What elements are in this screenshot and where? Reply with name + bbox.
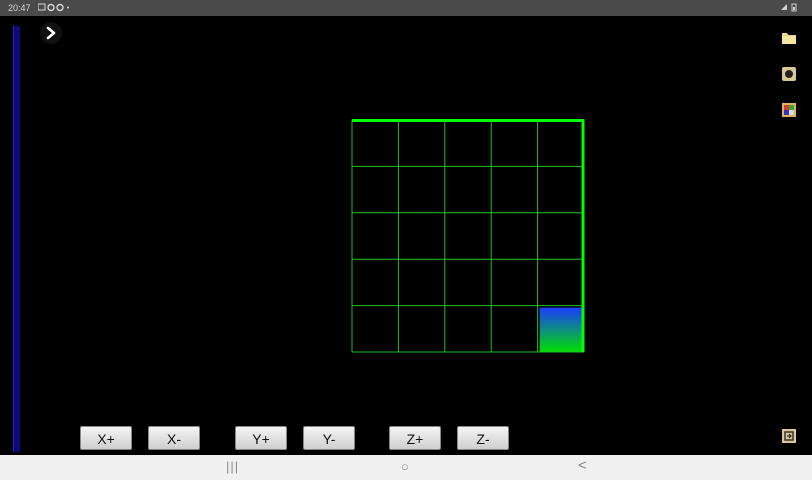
status-bar: 20:47: [0, 0, 812, 16]
x-plus-button[interactable]: X+: [80, 426, 132, 450]
expand-button[interactable]: [40, 22, 62, 44]
position-grid[interactable]: [351, 119, 585, 353]
status-time: 20:47: [8, 3, 31, 13]
home-button[interactable]: ○: [401, 459, 409, 474]
notification-icons: [37, 3, 69, 12]
folder-icon: [782, 33, 796, 44]
y-plus-button[interactable]: Y+: [235, 426, 287, 450]
exit-button[interactable]: [781, 428, 797, 444]
z-minus-button[interactable]: Z-: [457, 426, 509, 450]
exit-icon: [782, 429, 796, 443]
z-plus-button[interactable]: Z+: [389, 426, 441, 450]
left-rail: [13, 26, 20, 452]
folder-button[interactable]: [781, 30, 797, 46]
record-icon: [782, 67, 796, 81]
system-nav-bar: ||| ○ <: [0, 455, 812, 480]
palette-icon: [782, 103, 796, 117]
wifi-battery-icon: [781, 3, 797, 12]
record-button[interactable]: [781, 66, 797, 82]
status-right-icons: [780, 3, 802, 14]
x-minus-button[interactable]: X-: [148, 426, 200, 450]
grid-highlight-cell: [539, 307, 584, 352]
recents-button[interactable]: |||: [226, 459, 239, 474]
status-notification-icons: [37, 3, 78, 14]
palette-button[interactable]: [781, 102, 797, 118]
grid-canvas: [351, 119, 585, 353]
y-minus-button[interactable]: Y-: [303, 426, 355, 450]
chevron-right-icon: [46, 26, 56, 40]
back-button[interactable]: <: [578, 457, 587, 474]
